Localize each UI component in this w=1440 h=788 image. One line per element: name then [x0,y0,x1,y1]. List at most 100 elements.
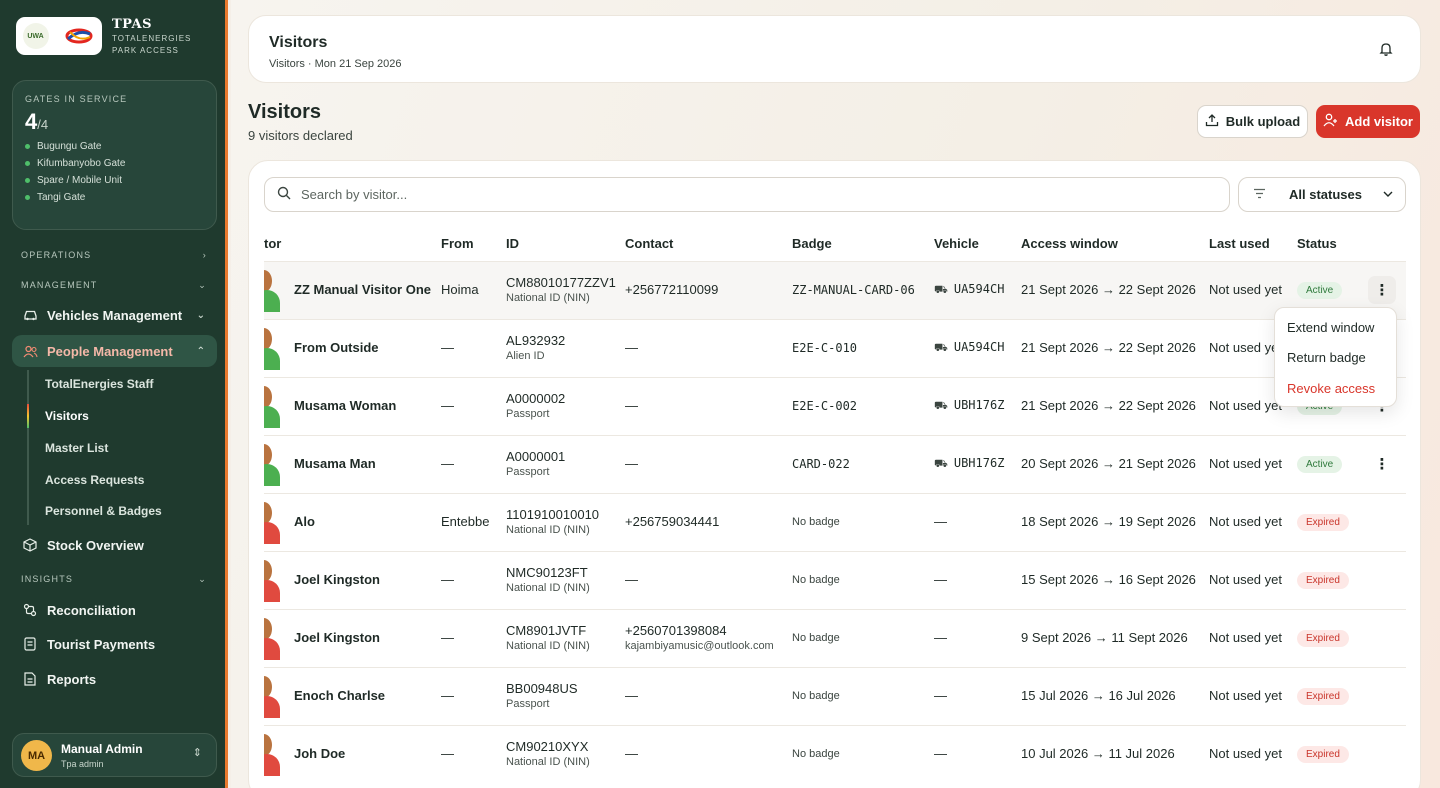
last-used: Not used yet [1209,630,1282,645]
page-subtitle: 9 visitors declared [248,128,353,143]
column-header-badge[interactable]: Badge [792,236,832,251]
document-icon [22,671,38,687]
nav-reconciliation[interactable]: Reconciliation [12,594,217,626]
visitor-contact: +256759034441 [625,514,719,529]
visitor-from: Entebbe [441,514,490,529]
access-window: 21 Sept 2026 → 22 Sept 2026 [1021,398,1196,413]
column-header-visitor[interactable]: tor [264,236,281,251]
nav-stock-overview[interactable]: Stock Overview [12,529,217,561]
brand-text: TPAS TOTALENERGIES PARK ACCESS [112,17,191,56]
visitor-name: Alo [294,514,315,529]
table-row[interactable]: Musama Man — A0000001 Passport — CARD-022 ⛟ UBH… [264,435,1406,493]
table-row[interactable]: From Outside — AL932932 Alien ID — E2E-C-010 ⛟… [264,319,1406,377]
sub-item-master-list[interactable]: Master List [45,441,108,455]
cube-icon [22,537,38,553]
nav-label: People Management [47,343,173,359]
visitor-avatar [264,502,282,544]
table-row[interactable]: Joh Doe — CM90210XYX National ID (NIN) — No b… [264,725,1406,783]
visitor-badge: E2E-C-002 [792,399,858,413]
nav-section-management[interactable]: MANAGEMENT ⌄ [21,280,207,291]
last-used: Not used yet [1209,688,1282,703]
column-header-vehicle[interactable]: Vehicle [934,236,979,251]
nav-section-insights[interactable]: INSIGHTS ⌄ [21,574,207,585]
user-role: Tpa admin [61,759,104,769]
visitor-vehicle: — [934,572,947,587]
access-window: 21 Sept 2026 → 22 Sept 2026 [1021,340,1196,355]
chevron-down-icon: ⌄ [198,574,207,584]
bell-icon[interactable] [1378,41,1394,57]
id-number: A0000002 [506,391,566,406]
visitor-name: Musama Man [294,456,376,471]
nav-label: Reports [47,671,97,687]
visitor-from: — [441,630,454,645]
nav-tourist-payments[interactable]: Tourist Payments [12,628,217,660]
search-input[interactable]: Search by visitor... [264,177,1230,212]
access-window: 15 Sept 2026 → 16 Sept 2026 [1021,572,1196,587]
nav-section-operations[interactable]: OPERATIONS › [21,250,207,260]
id-type: Passport [506,698,550,710]
menu-item-return-badge[interactable]: Return badge [1287,350,1366,365]
table-row[interactable]: Joel Kingston — CM8901JVTF National ID (NIN… [264,609,1406,667]
car-icon: ⛟ [934,457,948,470]
reconciliation-icon [22,602,38,618]
status-filter-select[interactable]: All statuses [1238,177,1406,212]
upload-icon [1205,113,1219,130]
id-number: 1101910010010 [506,507,600,522]
visitor-badge: No badge [792,516,840,528]
brand-logos[interactable]: UWA [16,17,102,55]
chevron-right-icon: › [202,250,207,260]
sub-item-visitors[interactable]: Visitors [45,409,89,423]
table-row[interactable]: Enoch Charlse — BB00948US Passport — No badge… [264,667,1406,725]
nav-vehicles-management[interactable]: Vehicles Management ⌄ [12,299,217,331]
visitor-badge: No badge [792,748,840,760]
bulk-upload-button[interactable]: Bulk upload [1197,105,1308,138]
table-row[interactable]: ZZ Manual Visitor One Hoima CM88010177ZZV1… [264,261,1406,319]
sub-item-access-requests[interactable]: Access Requests [45,473,144,487]
contact-email: kajambiyamusic@outlook.com [625,640,774,652]
column-header-id[interactable]: ID [506,236,519,251]
visitor-vehicle: ⛟ UBH176Z [934,456,1004,472]
search-icon [277,186,291,203]
visitor-avatar [264,386,282,428]
menu-item-extend-window[interactable]: Extend window [1287,320,1374,335]
row-actions-kebab-icon[interactable]: ⋮ [1368,276,1396,304]
search-placeholder: Search by visitor... [301,187,408,202]
id-number: AL932932 [506,333,566,348]
id-type: National ID (NIN) [506,292,590,304]
visitor-avatar [264,444,282,486]
column-header-status[interactable]: Status [1297,236,1337,251]
add-visitor-label: Add visitor [1345,114,1413,129]
visitor-contact: — [625,398,638,413]
menu-item-revoke-access[interactable]: Revoke access [1287,381,1375,396]
nav-people-management[interactable]: People Management ⌃ [12,335,217,367]
user-menu[interactable]: MA Manual Admin Tpa admin ⇕ [12,733,217,777]
visitor-name: ZZ Manual Visitor One [294,282,432,297]
sub-item-personnel-badges[interactable]: Personnel & Badges [45,504,162,518]
sub-item-totalenergies-staff[interactable]: TotalEnergies Staff [45,377,153,391]
id-type: National ID (NIN) [506,640,590,652]
contact-phone: +256759034441 [625,514,720,529]
last-used: Not used yet [1209,572,1282,587]
visitor-name: Musama Woman [294,398,397,413]
table-row[interactable]: Musama Woman — A0000002 Passport — E2E-C-002 ⛟… [264,377,1406,435]
breadcrumb: Visitors · Mon 21 Sep 2026 [269,58,402,70]
visitor-badge: No badge [792,632,840,644]
vehicle-plate: UA594CH [953,282,1005,296]
visitor-badge: No badge [792,690,840,702]
column-header-last-used[interactable]: Last used [1209,236,1270,251]
contact-phone: — [625,688,638,703]
table-row[interactable]: Alo Entebbe 1101910010010 National ID (NIN)… [264,493,1406,551]
column-header-from[interactable]: From [441,236,474,251]
id-type: National ID (NIN) [506,582,590,594]
column-header-access-window[interactable]: Access window [1021,236,1118,251]
chevron-down-icon: ⌄ [198,280,207,290]
access-window: 21 Sept 2026 → 22 Sept 2026 [1021,282,1196,297]
row-actions-kebab-icon[interactable]: ⋮ [1368,450,1396,478]
visitor-badge: ZZ-MANUAL-CARD-06 [792,283,915,297]
add-visitor-button[interactable]: Add visitor [1316,105,1420,138]
column-header-contact[interactable]: Contact [625,236,673,251]
nav-reports[interactable]: Reports [12,663,217,695]
contact-phone: — [625,746,638,761]
table-row[interactable]: Joel Kingston — NMC90123FT National ID (NIN… [264,551,1406,609]
status-badge: Expired [1297,688,1349,705]
